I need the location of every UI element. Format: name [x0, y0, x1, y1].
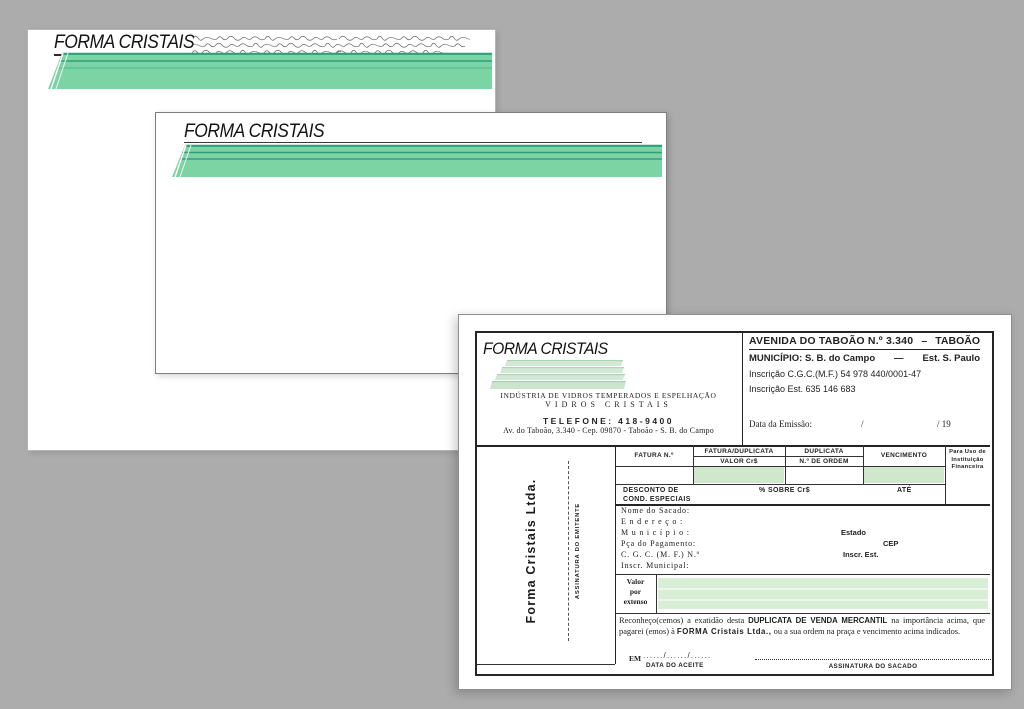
extenso-label-3: extenso — [615, 597, 656, 606]
valor-input-cell — [694, 467, 784, 483]
data-aceite-label: DATA DO ACEITE — [646, 662, 704, 669]
sacado-cep-label: CEP — [883, 539, 898, 548]
assinatura-emitente-label: ASSINATURA DO EMITENTE — [575, 503, 581, 599]
emission-slash2: / 19 — [937, 419, 951, 429]
extenso-label-line — [656, 574, 657, 613]
products-line: VIDROS CRISTAIS — [475, 400, 742, 409]
sacado-municipio-label: M u n i c í p i o : — [621, 528, 690, 537]
desconto-ate-label: ATÉ — [897, 487, 912, 494]
sacado-inscr-est-label: Inscr. Est. — [843, 550, 878, 559]
cgc-line: Inscrição C.G.C.(M.F.) 54 978 440/0001-4… — [749, 369, 921, 379]
sacado-estado-label: Estado — [841, 528, 866, 537]
col-vencimento-label: VENCIMENTO — [863, 452, 945, 460]
sacado-endereco-label: E n d e r e ç o : — [621, 517, 683, 526]
declaration-text-3: ou a sua ordem na praça e vencimento aci… — [772, 627, 961, 636]
estado-text: Est. S. Paulo — [922, 353, 980, 364]
est-line: Inscrição Est. 635 146 683 — [749, 384, 856, 394]
phone-number: 418-9400 — [618, 416, 674, 426]
emitente-signature-line — [568, 461, 569, 641]
em-label: EM — [629, 654, 641, 663]
cond-especiais-label: COND. ESPECIAIS — [623, 496, 691, 503]
phone-label: TELEFONE: — [543, 416, 614, 426]
municipio-text: MUNICÍPIO: S. B. do Campo — [749, 353, 875, 364]
pale-glass-stripes — [487, 359, 627, 391]
municipio-row: MUNICÍPIO: S. B. do Campo — Est. S. Paul… — [749, 353, 980, 364]
emission-label: Data da Emissão: — [749, 419, 812, 429]
declaration-paragraph: Reconheço(cemos) a exatidão desta DUPLIC… — [619, 616, 985, 637]
date-dotted-line: ....../....../...... — [643, 651, 711, 660]
declaration-bold-2: FORMA Cristais Ltda., — [677, 627, 772, 636]
extenso-label-2: por — [615, 587, 656, 596]
col-duplicata-label: DUPLICATA — [785, 448, 863, 456]
avenue-row: AVENIDA DO TABOÃO N.º 3.340 – TABOÃO — [749, 335, 980, 350]
emitente-column-line — [615, 445, 616, 664]
industry-line: INDÚSTRIA DE VIDROS TEMPERADOS E ESPELHA… — [475, 391, 742, 400]
col-ordem-label: N.º DE ORDEM — [785, 458, 863, 466]
col-valor-label: VALOR Cr$ — [693, 458, 785, 466]
extenso-bottom-line — [615, 613, 990, 614]
subheader-line — [693, 456, 863, 457]
banco-use-label-1: Para Uso de — [945, 449, 990, 456]
emitente-company-name: Forma Cristais Ltda. — [524, 479, 538, 624]
assinatura-sacado-label: ASSINATURA DO SACADO — [755, 663, 991, 670]
sacado-bottom-line — [615, 574, 990, 575]
company-logo: FORMA CRISTAIS — [54, 32, 194, 54]
avenue-text: AVENIDA DO TABOÃO N.º 3.340 — [749, 335, 913, 347]
green-glass-band — [46, 52, 492, 90]
sacado-cgc-label: C. G. C. (M. F.) N.º — [621, 550, 700, 559]
sacado-signature-line — [755, 659, 991, 660]
address-line: Av. do Taboão, 3.340 - Cep. 09870 - Tabo… — [475, 426, 742, 435]
desconto-label: DESCONTO DE — [623, 487, 679, 494]
declaration-bold-1: DUPLICATA DE VENDA MERCANTIL — [748, 616, 887, 625]
green-glass-band — [170, 144, 662, 178]
extenso-label-1: Valor — [615, 577, 656, 586]
col-fatura-label: FATURA N.º — [615, 452, 693, 460]
emitente-bottom-line — [477, 664, 615, 665]
duplicata-form-sheet: FORMA CRISTAIS INDÚSTRIA DE VIDROS TEMPE… — [458, 314, 1012, 690]
company-logo: FORMA CRISTAIS — [184, 121, 324, 143]
col-fatura-duplicata-label: FATURA/DUPLICATA — [693, 448, 785, 456]
value-row-bottom-line — [615, 484, 945, 485]
sacado-nome-label: Nome do Sacado: — [621, 506, 690, 515]
logo-underline — [184, 142, 642, 143]
banco-use-label-2: Instituição Financeira — [945, 457, 990, 471]
sacado-inscr-mun-label: Inscr. Municipal: — [621, 561, 689, 570]
header-divider — [742, 333, 743, 445]
sacado-praca-label: Pça do Pagamento: — [621, 539, 696, 548]
desconto-sobre-label: % SOBRE Cr$ — [759, 487, 810, 494]
emitente-column: Forma Cristais Ltda. ASSINATURA DO EMITE… — [475, 445, 615, 664]
vencimento-input-cell — [864, 467, 944, 483]
extenso-input-area — [658, 578, 988, 609]
avenue-city: TABOÃO — [935, 335, 980, 347]
avenue-dash: – — [921, 335, 927, 347]
emission-slash1: / — [861, 419, 864, 429]
company-logo: FORMA CRISTAIS — [483, 339, 608, 359]
scanned-stationery-collage: FORMA CRISTAIS FORMA CRISTAIS — [0, 0, 1024, 709]
municipio-dash: — — [894, 353, 904, 364]
declaration-text-1: Reconheço(cemos) a exatidão desta — [619, 616, 748, 625]
